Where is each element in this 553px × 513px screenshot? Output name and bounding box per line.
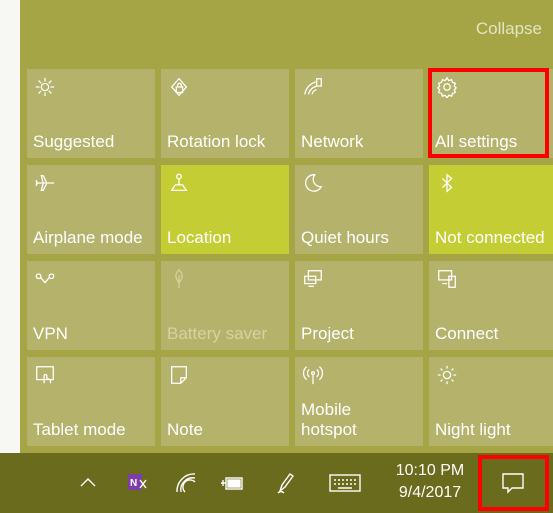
night-light-icon [435, 363, 459, 387]
svg-text:N: N [130, 478, 137, 489]
project-icon [301, 267, 325, 291]
taskbar-clock[interactable]: 10:10 PM 9/4/2017 [385, 460, 475, 504]
battery-saver-icon [167, 267, 191, 291]
power-icon[interactable] [216, 465, 250, 501]
moon-icon [301, 171, 325, 195]
tile-label: Airplane mode [33, 228, 143, 247]
clock-date: 9/4/2017 [398, 484, 462, 501]
tile-connect[interactable]: Connect [429, 261, 553, 350]
tile-battery-saver[interactable]: Battery saver [161, 261, 289, 350]
highlight-box-all-settings [428, 68, 549, 158]
pen-icon[interactable] [268, 465, 302, 501]
bluetooth-icon [435, 171, 459, 195]
tile-label: Tablet mode [33, 420, 126, 439]
tile-label: Note [167, 420, 203, 439]
tile-project[interactable]: Project [295, 261, 423, 350]
tile-note[interactable]: Note [161, 357, 289, 446]
tile-label: Connect [435, 324, 499, 343]
clock-time: 10:10 PM [395, 462, 465, 479]
tile-network[interactable]: Network [295, 69, 423, 158]
tile-label: Battery saver [167, 324, 268, 343]
chevron-up-icon[interactable] [71, 465, 105, 501]
sun-icon [33, 75, 57, 99]
desktop-edge [0, 0, 20, 453]
collapse-link[interactable]: Collapse [476, 19, 542, 39]
location-icon [167, 171, 191, 195]
tile-tablet-mode[interactable]: Tablet mode [27, 357, 155, 446]
wifi-icon[interactable] [169, 465, 203, 501]
tile-quiet-hours[interactable]: Quiet hours [295, 165, 423, 254]
tile-label: Rotation lock [167, 132, 266, 151]
vpn-icon [33, 267, 57, 291]
tile-bluetooth[interactable]: Not connected [429, 165, 553, 254]
tile-mobile-hotspot[interactable]: Mobile hotspot [295, 357, 423, 446]
tile-label: VPN [33, 324, 68, 343]
airplane-icon [33, 171, 57, 195]
highlight-box-notification [478, 455, 549, 511]
onenote-icon[interactable]: N [120, 465, 154, 501]
tile-vpn[interactable]: VPN [27, 261, 155, 350]
tile-location[interactable]: Location [161, 165, 289, 254]
tile-label: Not connected [435, 228, 545, 247]
rotation-lock-icon [167, 75, 191, 99]
connect-icon [435, 267, 459, 291]
tile-night-light[interactable]: Night light [429, 357, 553, 446]
tablet-mode-icon [33, 363, 57, 387]
tile-label: Mobile hotspot [301, 400, 357, 439]
tile-label: Quiet hours [301, 228, 389, 247]
tile-rotation-lock[interactable]: Rotation lock [161, 69, 289, 158]
network-icon [301, 75, 325, 99]
tile-airplane-mode[interactable]: Airplane mode [27, 165, 155, 254]
tile-label: Network [301, 132, 364, 151]
tile-label: Project [301, 324, 354, 343]
tile-label: Night light [435, 420, 511, 439]
tile-label: Location [167, 228, 232, 247]
note-icon [167, 363, 191, 387]
keyboard-icon[interactable] [328, 465, 362, 501]
tile-label: Suggested [33, 132, 115, 151]
hotspot-icon [301, 363, 325, 387]
tile-suggested[interactable]: Suggested [27, 69, 155, 158]
